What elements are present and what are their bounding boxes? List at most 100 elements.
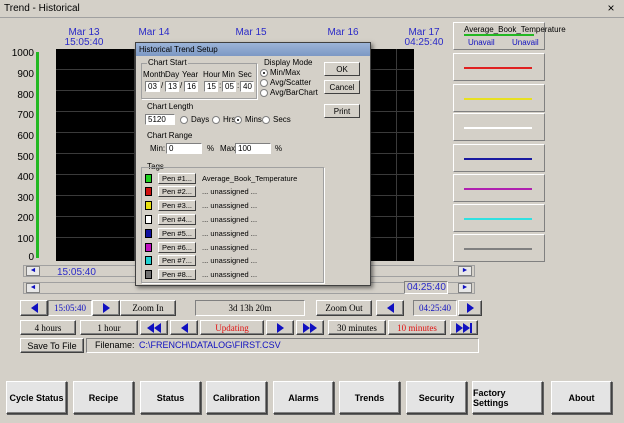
y-tick: 300 bbox=[17, 193, 34, 204]
span-4-hours-button[interactable]: 4 hours bbox=[20, 320, 76, 335]
legend-min: Unavail bbox=[468, 38, 495, 47]
cancel-button[interactable]: Cancel bbox=[324, 80, 360, 94]
chart-length-field[interactable]: 5120 bbox=[145, 114, 175, 125]
print-button[interactable]: Print bbox=[324, 104, 360, 118]
fast-rewind-icon bbox=[147, 322, 154, 333]
trend-setup-dialog: Historical Trend Setup Chart Start Month… bbox=[135, 42, 371, 286]
arrow-left-icon bbox=[386, 303, 394, 313]
scroll-left-icon[interactable]: ◄ bbox=[26, 283, 40, 293]
pen-3-color-swatch bbox=[145, 201, 152, 210]
hour-label: Hour bbox=[203, 70, 221, 79]
unit-days-radio[interactable] bbox=[180, 116, 188, 124]
close-icon[interactable]: × bbox=[604, 2, 618, 15]
y-tick: 800 bbox=[17, 90, 34, 101]
span-10-minutes-button[interactable]: 10 minutes bbox=[388, 320, 446, 335]
pen-6-button[interactable]: Pen #6... bbox=[158, 242, 196, 253]
hour-field[interactable]: 15 bbox=[204, 81, 218, 92]
legend-pen-6[interactable] bbox=[453, 174, 545, 202]
mode-avg-barchart-radio[interactable] bbox=[260, 89, 268, 97]
legend-pen-4[interactable] bbox=[453, 113, 545, 141]
pen-7-button[interactable]: Pen #7... bbox=[158, 255, 196, 266]
mode-minmax-radio[interactable] bbox=[260, 69, 268, 77]
nav-trends-button[interactable]: Trends bbox=[339, 381, 400, 414]
range-min-pct: % bbox=[207, 144, 215, 153]
scroll-right-icon[interactable]: ► bbox=[458, 283, 472, 293]
legend-max: Unavail bbox=[512, 38, 539, 47]
range-max-field[interactable]: 100 bbox=[235, 143, 271, 154]
legend-pen-7[interactable] bbox=[453, 204, 545, 232]
ok-button[interactable]: OK bbox=[324, 62, 360, 76]
jump-to-end-button[interactable] bbox=[450, 320, 478, 335]
pan-left-button[interactable] bbox=[20, 300, 48, 316]
sec-field[interactable]: 40 bbox=[240, 81, 254, 92]
mode-avg-scatter-radio[interactable] bbox=[260, 79, 268, 87]
pen-6-color-swatch bbox=[145, 243, 152, 252]
window-title: Trend - Historical bbox=[4, 3, 80, 14]
scroll-left-icon[interactable]: ◄ bbox=[26, 266, 40, 276]
span-1-hour-button[interactable]: 1 hour bbox=[80, 320, 138, 335]
year-field[interactable]: 16 bbox=[184, 81, 198, 92]
scroll-right-icon[interactable]: ► bbox=[458, 266, 472, 276]
arrow-left-icon bbox=[180, 322, 188, 333]
end-pan-right-button[interactable] bbox=[458, 300, 482, 316]
month-field[interactable]: 03 bbox=[145, 81, 160, 92]
fast-forward-button[interactable] bbox=[296, 320, 324, 335]
fast-rewind-button[interactable] bbox=[140, 320, 168, 335]
pen-5-tag: ... unassigned ... bbox=[202, 229, 258, 238]
step-forward-button[interactable] bbox=[266, 320, 294, 335]
display-mode-label: Display Mode bbox=[264, 58, 313, 67]
end-pan-left-button[interactable] bbox=[376, 300, 404, 316]
mode-minmax-label: Min/Max bbox=[270, 68, 301, 77]
nav-recipe-button[interactable]: Recipe bbox=[73, 381, 134, 414]
min-field[interactable]: 05 bbox=[222, 81, 236, 92]
nav-about-button[interactable]: About bbox=[551, 381, 612, 414]
legend-pen-2[interactable] bbox=[453, 53, 545, 81]
pen-6-tag: ... unassigned ... bbox=[202, 243, 258, 252]
legend-pen-8[interactable] bbox=[453, 234, 545, 262]
unit-secs-label: Secs bbox=[273, 115, 291, 124]
range-min-label: Min: bbox=[150, 144, 166, 153]
unit-mins-radio[interactable] bbox=[234, 116, 242, 124]
pen-4-tag: ... unassigned ... bbox=[202, 215, 258, 224]
y-tick: 0 bbox=[28, 252, 34, 263]
range-min-field[interactable]: 0 bbox=[166, 143, 202, 154]
y-tick: 600 bbox=[17, 131, 34, 142]
zoom-in-button[interactable]: Zoom In bbox=[120, 300, 176, 316]
save-to-file-button[interactable]: Save To File bbox=[20, 338, 84, 353]
day-field[interactable]: 13 bbox=[165, 81, 179, 92]
nav-security-button[interactable]: Security bbox=[406, 381, 467, 414]
pen-5-button[interactable]: Pen #5... bbox=[158, 228, 196, 239]
zoom-out-button[interactable]: Zoom Out bbox=[316, 300, 372, 316]
pen-4-button[interactable]: Pen #4... bbox=[158, 214, 196, 225]
nav-status-button[interactable]: Status bbox=[140, 381, 201, 414]
y-tick: 700 bbox=[17, 110, 34, 121]
nav-factory-settings-button[interactable]: Factory Settings bbox=[472, 381, 543, 414]
step-back-button[interactable] bbox=[170, 320, 198, 335]
filename-label: Filename: bbox=[95, 340, 135, 350]
unit-hrs-radio[interactable] bbox=[212, 116, 220, 124]
unit-mins-label: Mins bbox=[245, 115, 262, 124]
nav-alarms-button[interactable]: Alarms bbox=[273, 381, 334, 414]
filename-bar: Filename: C:\FRENCH\DATALOG\FIRST.CSV bbox=[86, 338, 479, 353]
pen-3-tag: ... unassigned ... bbox=[202, 201, 258, 210]
pan-right-button[interactable] bbox=[92, 300, 120, 316]
range-max-pct: % bbox=[275, 144, 283, 153]
time-separator: : bbox=[237, 81, 240, 90]
year-label: Year bbox=[182, 70, 199, 79]
nav-calibration-button[interactable]: Calibration bbox=[206, 381, 267, 414]
scroll-start-time: 15:05:40 bbox=[57, 267, 96, 278]
updating-button[interactable]: Updating bbox=[200, 320, 264, 335]
legend-pen-5[interactable] bbox=[453, 144, 545, 172]
pen-1-button[interactable]: Pen #1... bbox=[158, 173, 196, 184]
pen-1-tag: Average_Book_Temperature bbox=[202, 174, 298, 183]
pen-2-button[interactable]: Pen #2... bbox=[158, 186, 196, 197]
pen-3-button[interactable]: Pen #3... bbox=[158, 200, 196, 211]
legend-pen-3[interactable] bbox=[453, 84, 545, 112]
unit-days-label: Days bbox=[191, 115, 210, 124]
pen-2-color-swatch bbox=[145, 187, 152, 196]
nav-cycle-status-button[interactable]: Cycle Status bbox=[6, 381, 67, 414]
span-30-minutes-button[interactable]: 30 minutes bbox=[328, 320, 386, 335]
pen-8-button[interactable]: Pen #8... bbox=[158, 269, 196, 280]
unit-secs-radio[interactable] bbox=[262, 116, 270, 124]
x-label-0: Mar 13 15:05:40 bbox=[64, 27, 104, 48]
